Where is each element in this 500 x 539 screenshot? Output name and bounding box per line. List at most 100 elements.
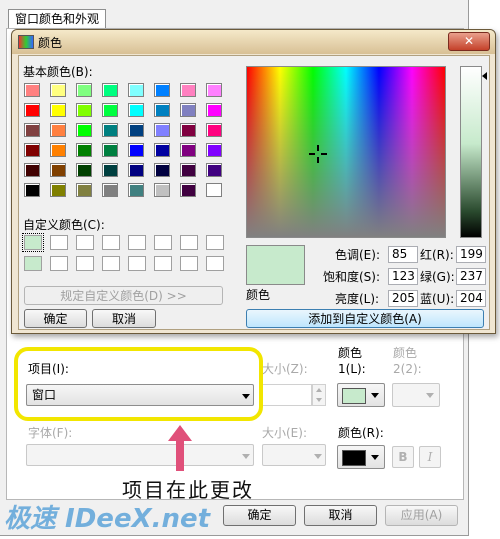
define-custom-colors-button[interactable]: 规定自定义颜色(D) >> [24, 286, 223, 305]
basic-color-swatch[interactable] [76, 143, 92, 157]
basic-color-swatch[interactable] [128, 183, 144, 197]
add-to-custom-colors-button[interactable]: 添加到自定义颜色(A) [246, 309, 484, 328]
custom-color-swatch[interactable] [50, 235, 68, 250]
basic-color-swatch[interactable] [76, 83, 92, 97]
close-button[interactable]: ✕ [448, 32, 490, 51]
color-spectrum[interactable] [246, 66, 446, 238]
custom-color-swatch[interactable] [50, 256, 68, 271]
basic-color-swatch[interactable] [154, 143, 170, 157]
basic-color-swatch[interactable] [50, 83, 66, 97]
color1-picker-button[interactable] [337, 383, 385, 407]
custom-color-swatch[interactable] [102, 256, 120, 271]
custom-color-swatch[interactable] [128, 235, 146, 250]
hue-field[interactable]: 85 [388, 246, 418, 263]
color2-picker-button[interactable] [392, 383, 440, 407]
font-dropdown[interactable] [26, 444, 254, 466]
font-size-dropdown[interactable] [262, 444, 326, 466]
basic-color-swatch[interactable] [206, 83, 222, 97]
custom-color-swatch[interactable] [76, 235, 94, 250]
basic-color-swatch[interactable] [24, 123, 40, 137]
luminance-slider[interactable] [460, 66, 482, 238]
ok-button[interactable]: 确定 [24, 309, 87, 328]
size-spinner[interactable] [312, 384, 326, 406]
basic-color-swatch[interactable] [154, 83, 170, 97]
italic-button[interactable]: I [419, 446, 441, 468]
basic-color-swatch[interactable] [180, 163, 196, 177]
basic-color-swatch[interactable] [76, 103, 92, 117]
apply-button[interactable]: 应用(A) [385, 505, 458, 526]
color2-label-top: 颜色 [393, 346, 418, 360]
basic-color-swatch[interactable] [154, 123, 170, 137]
basic-color-swatch[interactable] [154, 183, 170, 197]
cancel-button[interactable]: 取消 [92, 309, 156, 328]
custom-colors-grid [22, 233, 234, 281]
luminance-field[interactable]: 205 [388, 290, 418, 307]
basic-color-swatch[interactable] [76, 183, 92, 197]
basic-color-swatch[interactable] [206, 163, 222, 177]
basic-color-swatch[interactable] [50, 163, 66, 177]
palette-icon [18, 35, 34, 49]
basic-color-swatch[interactable] [102, 83, 118, 97]
basic-color-swatch[interactable] [24, 143, 40, 157]
saturation-field[interactable]: 123 [388, 268, 418, 285]
basic-color-swatch[interactable] [50, 123, 66, 137]
size-field[interactable] [262, 384, 312, 406]
custom-color-swatch[interactable] [102, 235, 120, 250]
custom-color-swatch[interactable] [154, 235, 172, 250]
luminance-arrow-icon[interactable] [482, 72, 487, 80]
color-preview [246, 245, 305, 285]
basic-color-swatch[interactable] [206, 103, 222, 117]
basic-color-swatch[interactable] [206, 143, 222, 157]
custom-color-swatch[interactable] [76, 256, 94, 271]
custom-color-swatch[interactable] [206, 235, 224, 250]
custom-color-swatch[interactable] [154, 256, 172, 271]
basic-color-swatch[interactable] [24, 83, 40, 97]
font-color-button[interactable] [337, 445, 385, 469]
basic-color-swatch[interactable] [206, 183, 222, 197]
basic-color-swatch[interactable] [180, 83, 196, 97]
basic-color-swatch[interactable] [102, 143, 118, 157]
basic-color-swatch[interactable] [128, 143, 144, 157]
basic-color-swatch[interactable] [76, 163, 92, 177]
basic-color-swatch[interactable] [24, 183, 40, 197]
custom-color-swatch[interactable] [206, 256, 224, 271]
font-size-label: 大小(E): [262, 426, 307, 440]
basic-color-swatch[interactable] [24, 163, 40, 177]
spin-down-icon [316, 398, 322, 402]
basic-color-swatch[interactable] [180, 123, 196, 137]
custom-color-swatch[interactable] [180, 256, 198, 271]
basic-color-swatch[interactable] [102, 123, 118, 137]
basic-color-swatch[interactable] [128, 103, 144, 117]
blue-field[interactable]: 204 [456, 290, 486, 307]
ok-button[interactable]: 确定 [223, 505, 296, 526]
font-color-swatch [342, 450, 366, 466]
red-field[interactable]: 199 [456, 246, 486, 263]
basic-color-swatch[interactable] [50, 143, 66, 157]
custom-color-swatch[interactable] [22, 233, 44, 252]
basic-color-swatch[interactable] [154, 103, 170, 117]
basic-color-swatch[interactable] [50, 103, 66, 117]
basic-color-swatch[interactable] [180, 183, 196, 197]
basic-color-swatch[interactable] [50, 183, 66, 197]
custom-color-swatch[interactable] [24, 256, 42, 271]
basic-color-swatch[interactable] [102, 163, 118, 177]
custom-color-swatch[interactable] [128, 256, 146, 271]
custom-color-swatch[interactable] [180, 235, 198, 250]
basic-color-swatch[interactable] [180, 143, 196, 157]
bold-button[interactable]: B [392, 446, 414, 468]
basic-color-swatch[interactable] [102, 103, 118, 117]
basic-color-swatch[interactable] [206, 123, 222, 137]
spin-up-icon [316, 388, 322, 392]
green-field[interactable]: 237 [456, 268, 486, 285]
basic-color-swatch[interactable] [128, 123, 144, 137]
basic-color-swatch[interactable] [24, 103, 40, 117]
basic-color-swatch[interactable] [128, 83, 144, 97]
basic-color-swatch[interactable] [154, 163, 170, 177]
basic-color-swatch[interactable] [102, 183, 118, 197]
basic-color-swatch[interactable] [128, 163, 144, 177]
basic-color-swatch[interactable] [180, 103, 196, 117]
cancel-button[interactable]: 取消 [304, 505, 377, 526]
appearance-window-tab[interactable]: 窗口颜色和外观 [8, 9, 107, 28]
font-label: 字体(F): [28, 426, 73, 440]
basic-color-swatch[interactable] [76, 123, 92, 137]
